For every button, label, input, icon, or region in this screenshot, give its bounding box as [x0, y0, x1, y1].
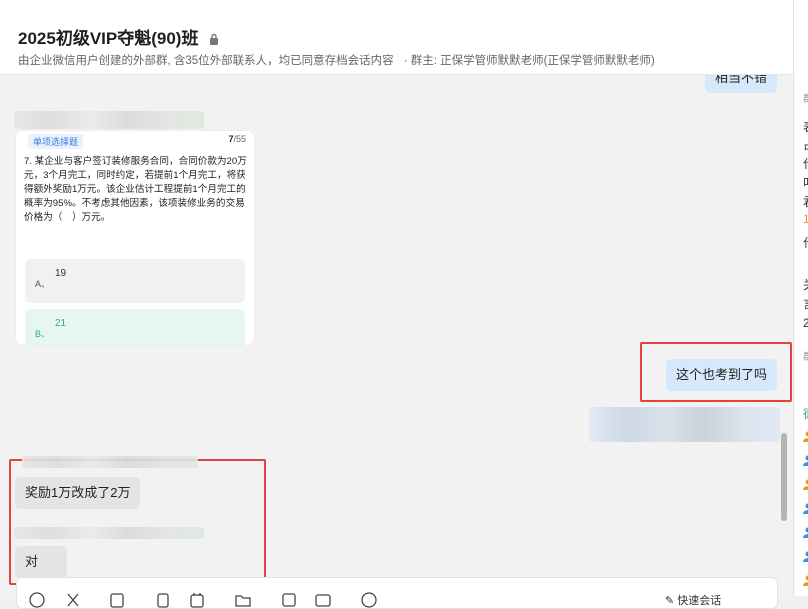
panel-text: 1: [803, 212, 808, 226]
folder-icon[interactable]: [235, 592, 251, 608]
option-b[interactable]: B、 21: [25, 309, 245, 345]
option-a-key: A、: [35, 277, 50, 290]
chat-message-area[interactable]: 相当不错 单项选择题 7/55 7. 某企业与客户签订装修服务合同，合同价款为2…: [0, 75, 793, 596]
member-avatar-icon[interactable]: [802, 526, 808, 538]
progress-total: /55: [233, 134, 246, 144]
quick-reply-button[interactable]: ✎ 快速会话: [665, 592, 721, 608]
calendar-icon[interactable]: [189, 592, 205, 608]
scissors-icon[interactable]: [65, 592, 81, 608]
message-bubble-incoming[interactable]: 奖励1万改成了2万: [15, 477, 140, 509]
panel-text: 2: [803, 316, 808, 330]
message-input-toolbar: ✎ 快速会话: [16, 577, 778, 609]
quick-reply-label: 快速会话: [677, 595, 721, 607]
panel-text: 关: [803, 276, 808, 293]
question-type-tag: 单项选择题: [28, 134, 83, 149]
question-text: 7. 某企业与客户签订装修服务合同，合同价款为20万元，3个月完工，同时约定，若…: [24, 155, 248, 225]
panel-text: 德: [803, 405, 808, 422]
group-description: 由企业微信用户创建的外部群, 含35位外部联系人，均已同意存档会话内容: [18, 55, 394, 67]
panel-text: 代: [803, 234, 808, 251]
video-icon[interactable]: [315, 592, 331, 608]
emoji-icon[interactable]: [29, 592, 45, 608]
message-text: 奖励1万改成了2万: [25, 485, 130, 500]
member-avatar-icon[interactable]: [802, 454, 808, 466]
group-title-text: 2025初级VIP夺魁(90)班: [18, 29, 198, 48]
document-icon[interactable]: [155, 592, 171, 608]
option-a[interactable]: A、 19: [25, 259, 245, 303]
message-bubble-blurred[interactable]: [589, 407, 780, 442]
option-a-value: 19: [55, 268, 66, 279]
member-avatar-icon[interactable]: [802, 430, 808, 442]
panel-text: 君: [803, 193, 808, 210]
message-text: 对: [25, 554, 38, 569]
member-avatar-icon[interactable]: [802, 550, 808, 562]
history-icon[interactable]: [361, 592, 377, 608]
message-text: 相当不错: [715, 75, 767, 85]
option-b-value: 21: [55, 318, 66, 329]
group-subtitle: 由企业微信用户创建的外部群, 含35位外部联系人，均已同意存档会话内容 · 群主:…: [18, 52, 655, 68]
option-b-key: B、: [35, 327, 50, 340]
sender-name-blurred: [14, 527, 204, 539]
panel-text: 群: [803, 348, 808, 363]
chat-scrollbar-thumb[interactable]: [781, 433, 787, 521]
sender-name-blurred: [14, 111, 204, 129]
quiz-card-message[interactable]: 单项选择题 7/55 7. 某企业与客户签订装修服务合同，合同价款为20万元，3…: [16, 131, 254, 345]
file-icon[interactable]: [109, 592, 125, 608]
group-owner[interactable]: · 群主: 正保学管师默默老师(正保学管师默默老师): [404, 55, 655, 67]
panel-text: 表: [803, 118, 808, 135]
panel-text: 言: [803, 295, 808, 312]
member-panel: 群 表 占 代 叫 君 1 代 关 言 2 群 德: [793, 0, 808, 596]
grid-icon[interactable]: [281, 592, 297, 608]
message-bubble-incoming[interactable]: 对: [15, 546, 67, 578]
panel-text: 群: [803, 90, 808, 105]
panel-text: 代: [803, 155, 808, 172]
lock-icon: [209, 33, 219, 45]
member-avatar-icon[interactable]: [802, 502, 808, 514]
question-progress: 7/55: [228, 134, 246, 144]
member-avatar-icon[interactable]: [802, 574, 808, 586]
sender-name-blurred: [22, 456, 198, 468]
chat-header: 2025初级VIP夺魁(90)班 由企业微信用户创建的外部群, 含35位外部联系…: [0, 0, 793, 75]
group-title[interactable]: 2025初级VIP夺魁(90)班: [18, 24, 219, 49]
panel-text: 叫: [803, 174, 808, 191]
message-bubble-outgoing[interactable]: 这个也考到了吗: [666, 359, 777, 391]
message-bubble-outgoing[interactable]: 相当不错: [705, 75, 777, 93]
panel-text: 占: [803, 136, 808, 153]
member-avatar-icon[interactable]: [802, 478, 808, 490]
message-text: 这个也考到了吗: [676, 367, 767, 382]
